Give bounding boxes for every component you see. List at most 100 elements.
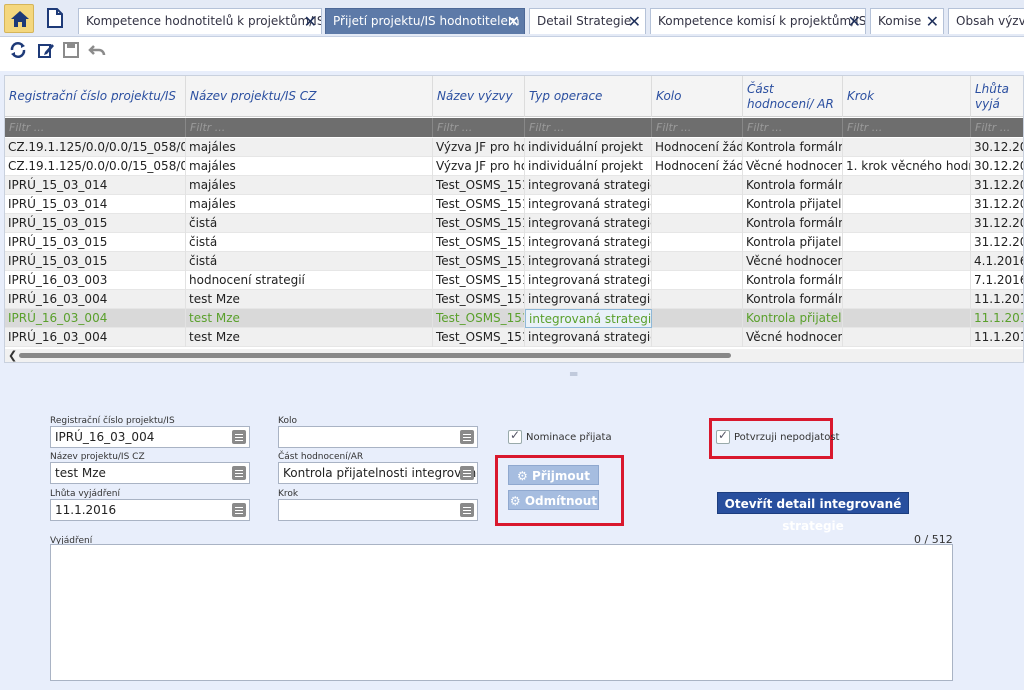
filter-input[interactable]: Filtr ... <box>525 118 652 137</box>
table-cell: Výzva JF pro ho <box>433 157 525 176</box>
table-cell: IPRÚ_16_03_004 <box>5 328 186 347</box>
tab-obsah-vyzvy[interactable]: Obsah výzvy <box>948 8 1024 34</box>
refresh-icon[interactable] <box>9 41 27 59</box>
list-icon[interactable] <box>232 466 246 480</box>
tab-kompetence-hodnotitelu[interactable]: Kompetence hodnotitelů k projektům/IS ✕ <box>78 8 322 34</box>
nomination-checkbox[interactable]: ✓ <box>508 428 522 444</box>
table-cell: Test_OSMS_151 <box>433 309 525 328</box>
list-icon[interactable] <box>460 466 474 480</box>
toolbar <box>0 37 1024 71</box>
part-field[interactable]: Kontrola přijatelnosti integrované stra <box>278 462 478 484</box>
table-cell <box>652 252 743 271</box>
gears-icon: ⚙ <box>517 469 528 483</box>
column-header[interactable]: Kolo <box>652 76 743 117</box>
reg-label: Registrační číslo projektu/IS <box>50 416 175 426</box>
table-cell: 7.1.2016 <box>971 271 1023 290</box>
table-row[interactable]: IPRÚ_15_03_014 majáles Test_OSMS_151 integr… <box>5 195 1023 214</box>
table-cell <box>652 195 743 214</box>
column-header[interactable]: Název výzvy <box>433 76 525 117</box>
deadline-field[interactable]: 11.1.2016 <box>50 499 250 521</box>
table-cell: Věcné hodnocení <box>743 157 843 176</box>
table-cell: integrovaná strategie <box>525 214 652 233</box>
column-header[interactable]: Lhůta vyjá <box>971 76 1023 117</box>
scroll-thumb[interactable] <box>19 353 731 358</box>
table-cell: Test_OSMS_151 <box>433 328 525 347</box>
close-icon[interactable]: ✕ <box>628 9 641 34</box>
table-cell: Kontrola přijateln <box>743 309 843 328</box>
name-field[interactable]: test Mze <box>50 462 250 484</box>
column-header[interactable]: Název projektu/IS CZ <box>186 76 433 117</box>
filter-input[interactable]: Filtr ... <box>652 118 743 137</box>
table-cell: 11.1.2016 <box>971 309 1023 328</box>
table-cell: test Mze <box>186 328 433 347</box>
filter-input[interactable]: Filtr ... <box>186 118 433 137</box>
table-row[interactable]: IPRÚ_15_03_014 majáles Test_OSMS_151 integr… <box>5 176 1023 195</box>
step-field[interactable] <box>278 499 478 521</box>
table-row[interactable]: IPRÚ_16_03_004 test Mze Test_OSMS_151 integ… <box>5 328 1023 347</box>
tab-label: Kompetence komisí k projektům/IS <box>658 14 866 28</box>
filter-input[interactable]: Filtr ... <box>843 118 971 137</box>
open-strategy-detail-button[interactable]: Otevřít detail integrované strategie <box>717 492 909 533</box>
table-cell: majáles <box>186 176 433 195</box>
column-header[interactable]: Registrační číslo projektu/IS <box>5 76 186 117</box>
independence-checkbox[interactable]: ✓ <box>716 428 730 444</box>
close-icon[interactable]: ✕ <box>304 9 317 34</box>
table-cell: Věcné hodnocení <box>743 328 843 347</box>
list-icon[interactable] <box>232 430 246 444</box>
horizontal-scrollbar[interactable]: ❮ <box>5 349 1023 362</box>
table-cell: 1. krok věcného hodnoc <box>843 157 971 176</box>
table-cell: čistá <box>186 252 433 271</box>
table-cell: 31.12.201 <box>971 233 1023 252</box>
table-cell: Výzva JF pro ho <box>433 138 525 157</box>
calendar-icon[interactable] <box>232 503 246 517</box>
reject-button[interactable]: ⚙ Odmítnout <box>508 490 599 510</box>
filter-input[interactable]: Filtr ... <box>971 118 1023 137</box>
part-label: Část hodnocení/AR <box>278 452 364 462</box>
table-cell: Test_OSMS_151 <box>433 176 525 195</box>
table-row[interactable]: CZ.19.1.125/0.0/0.0/15_058/000 majáles Výz… <box>5 157 1023 176</box>
save-icon[interactable] <box>62 41 80 59</box>
accept-button[interactable]: ⚙ Přijmout <box>508 465 599 485</box>
table-row[interactable]: IPRÚ_15_03_015 čistá Test_OSMS_151 integrov… <box>5 252 1023 271</box>
close-icon[interactable]: ✕ <box>507 9 520 34</box>
undo-icon[interactable] <box>88 41 106 59</box>
column-header[interactable]: Část hodnocení/ AR <box>743 76 843 117</box>
table-cell: integrovaná strategie <box>525 176 652 195</box>
table-row[interactable]: IPRÚ_16_03_003 hodnocení strategií Test_OS… <box>5 271 1023 290</box>
round-label: Kolo <box>278 416 297 426</box>
table-row[interactable]: IPRÚ_15_03_015 čistá Test_OSMS_151 integrov… <box>5 233 1023 252</box>
tab-kompetence-komisi[interactable]: Kompetence komisí k projektům/IS ✕ <box>650 8 866 34</box>
deadline-label: Lhůta vyjádření <box>50 489 120 499</box>
table-cell: hodnocení strategií <box>186 271 433 290</box>
table-cell: Test_OSMS_151 <box>433 271 525 290</box>
table-cell <box>843 309 971 328</box>
column-header[interactable]: Krok <box>843 76 971 117</box>
table-row[interactable]: IPRÚ_15_03_015 čistá Test_OSMS_151 integrov… <box>5 214 1023 233</box>
close-icon[interactable]: ✕ <box>926 9 939 34</box>
tab-detail-strategie[interactable]: Detail Strategie ✕ <box>529 8 646 34</box>
table-row[interactable]: IPRÚ_16_03_004 test Mze Test_OSMS_151 integ… <box>5 309 1023 328</box>
column-header[interactable]: Typ operace <box>525 76 652 117</box>
reg-field[interactable]: IPRÚ_16_03_004 <box>50 426 250 448</box>
filter-input[interactable]: Filtr ... <box>433 118 525 137</box>
splitter-handle-icon[interactable]: ═ <box>570 367 577 381</box>
table-cell <box>843 290 971 309</box>
tab-komise[interactable]: Komise ✕ <box>870 8 944 34</box>
round-field[interactable] <box>278 426 478 448</box>
new-page-button[interactable] <box>40 4 70 33</box>
filter-input[interactable]: Filtr ... <box>743 118 843 137</box>
filter-input[interactable]: Filtr ... <box>5 118 186 137</box>
home-button[interactable] <box>4 4 34 33</box>
statement-textarea[interactable] <box>50 544 953 681</box>
tab-prijeti-projektu[interactable]: Přijetí projektu/IS hodnotitelem ✕ <box>325 8 525 34</box>
list-icon[interactable] <box>460 430 474 444</box>
table-cell: IPRÚ_15_03_015 <box>5 252 186 271</box>
table-row[interactable]: CZ.19.1.125/0.0/0.0/15_058/000 majáles Výz… <box>5 138 1023 157</box>
scroll-left-icon[interactable]: ❮ <box>8 349 17 362</box>
list-icon[interactable] <box>460 503 474 517</box>
edit-icon[interactable] <box>37 41 55 59</box>
table-cell: Test_OSMS_151 <box>433 233 525 252</box>
close-icon[interactable]: ✕ <box>848 9 861 34</box>
table-row[interactable]: IPRÚ_16_03_004 test Mze Test_OSMS_151 integ… <box>5 290 1023 309</box>
table-cell: integrovaná strategie <box>525 309 652 328</box>
